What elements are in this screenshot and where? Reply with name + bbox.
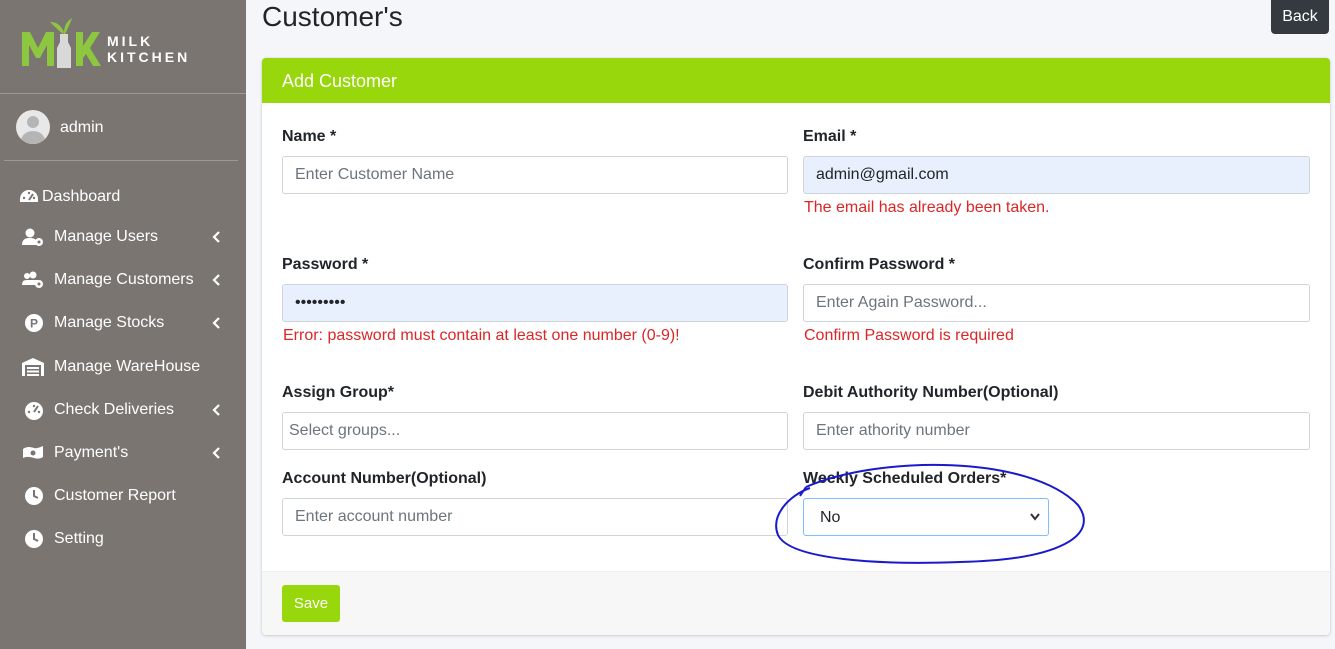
user-panel[interactable]: admin	[4, 95, 238, 161]
sidebar-item-manage-users[interactable]: Manage Users	[0, 219, 246, 255]
brand[interactable]: MILK KITCHEN	[0, 0, 246, 94]
clock-icon	[25, 530, 43, 548]
account-number-input[interactable]	[282, 498, 788, 536]
sidebar-item-label: Payment's	[54, 444, 129, 461]
chevron-left-icon[interactable]	[212, 404, 221, 416]
confirm-password-label: Confirm Password *	[803, 256, 956, 273]
card-title: Add Customer	[262, 58, 1330, 103]
tachometer-icon	[20, 190, 38, 202]
page-title: Customer's	[262, 1, 403, 32]
back-button[interactable]: Back	[1271, 0, 1329, 34]
password-error: Error: password must contain at least on…	[283, 327, 680, 344]
sidebar-item-label: Manage WareHouse	[54, 358, 201, 375]
email-input[interactable]	[803, 156, 1310, 194]
sidebar-item-label: Manage Stocks	[54, 314, 165, 331]
users-cog-icon	[22, 271, 43, 288]
chevron-left-icon[interactable]	[212, 447, 221, 459]
sidebar-item-payments[interactable]: Payment's	[0, 435, 246, 471]
assign-group-input[interactable]	[282, 412, 788, 450]
user-name[interactable]: admin	[60, 119, 104, 137]
save-button[interactable]: Save	[282, 585, 340, 622]
confirm-password-input[interactable]	[803, 284, 1310, 322]
sidebar-item-label: Customer Report	[54, 487, 176, 504]
password-label: Password *	[282, 256, 369, 273]
sidebar-item-setting[interactable]: Setting	[0, 521, 246, 557]
assign-group-label: Assign Group*	[282, 384, 395, 401]
milk-kitchen-logo	[22, 18, 101, 68]
sidebar: MILK KITCHEN admin Dashboard Manage User…	[0, 0, 246, 649]
money-icon	[23, 446, 43, 459]
sidebar-item-dashboard[interactable]: Dashboard	[0, 179, 242, 215]
user-cog-icon	[22, 228, 43, 246]
sidebar-item-manage-stocks[interactable]: P Manage Stocks	[0, 305, 246, 341]
parking-circle-icon: P	[25, 314, 43, 332]
chevron-left-icon[interactable]	[212, 231, 221, 243]
account-number-label: Account Number(Optional)	[282, 470, 487, 487]
password-input[interactable]	[282, 284, 788, 322]
avatar	[16, 110, 50, 144]
brand-line1: MILK	[107, 33, 154, 49]
card-footer: Save	[262, 571, 1330, 635]
name-label: Name *	[282, 128, 337, 145]
sidebar-item-manage-warehouse[interactable]: Manage WareHouse	[0, 349, 246, 385]
email-label: Email *	[803, 128, 857, 145]
chevron-down-icon	[1030, 513, 1040, 521]
confirm-password-error: Confirm Password is required	[804, 327, 1014, 344]
sidebar-item-manage-customers[interactable]: Manage Customers	[0, 262, 246, 298]
warehouse-icon	[22, 358, 44, 376]
debit-authority-label: Debit Authority Number(Optional)	[803, 384, 1059, 401]
name-input[interactable]	[282, 156, 788, 194]
debit-authority-input[interactable]	[803, 412, 1310, 450]
brand-line2: KITCHEN	[107, 49, 191, 65]
svg-text:P: P	[30, 317, 38, 331]
sidebar-item-label: Manage Users	[54, 228, 159, 245]
weekly-orders-label: Weekly Scheduled Orders*	[803, 470, 1007, 487]
email-error: The email has already been taken.	[804, 199, 1050, 216]
clock-icon	[25, 487, 43, 505]
sidebar-item-label: Check Deliveries	[54, 401, 175, 418]
sidebar-item-check-deliveries[interactable]: Check Deliveries	[0, 392, 246, 428]
tachometer-icon	[25, 402, 43, 420]
sidebar-item-label: Manage Customers	[54, 271, 194, 288]
chevron-left-icon[interactable]	[212, 274, 221, 286]
brand-name: MILK KITCHEN	[107, 33, 190, 65]
add-customer-card: Add Customer Name * Email * The email ha…	[262, 58, 1330, 635]
weekly-orders-select[interactable]: No	[803, 498, 1049, 536]
chevron-left-icon[interactable]	[212, 317, 221, 329]
sidebar-item-customer-report[interactable]: Customer Report	[0, 478, 246, 514]
weekly-orders-value: No	[820, 509, 841, 526]
sidebar-item-label: Setting	[54, 530, 104, 547]
sidebar-item-label: Dashboard	[42, 188, 121, 205]
